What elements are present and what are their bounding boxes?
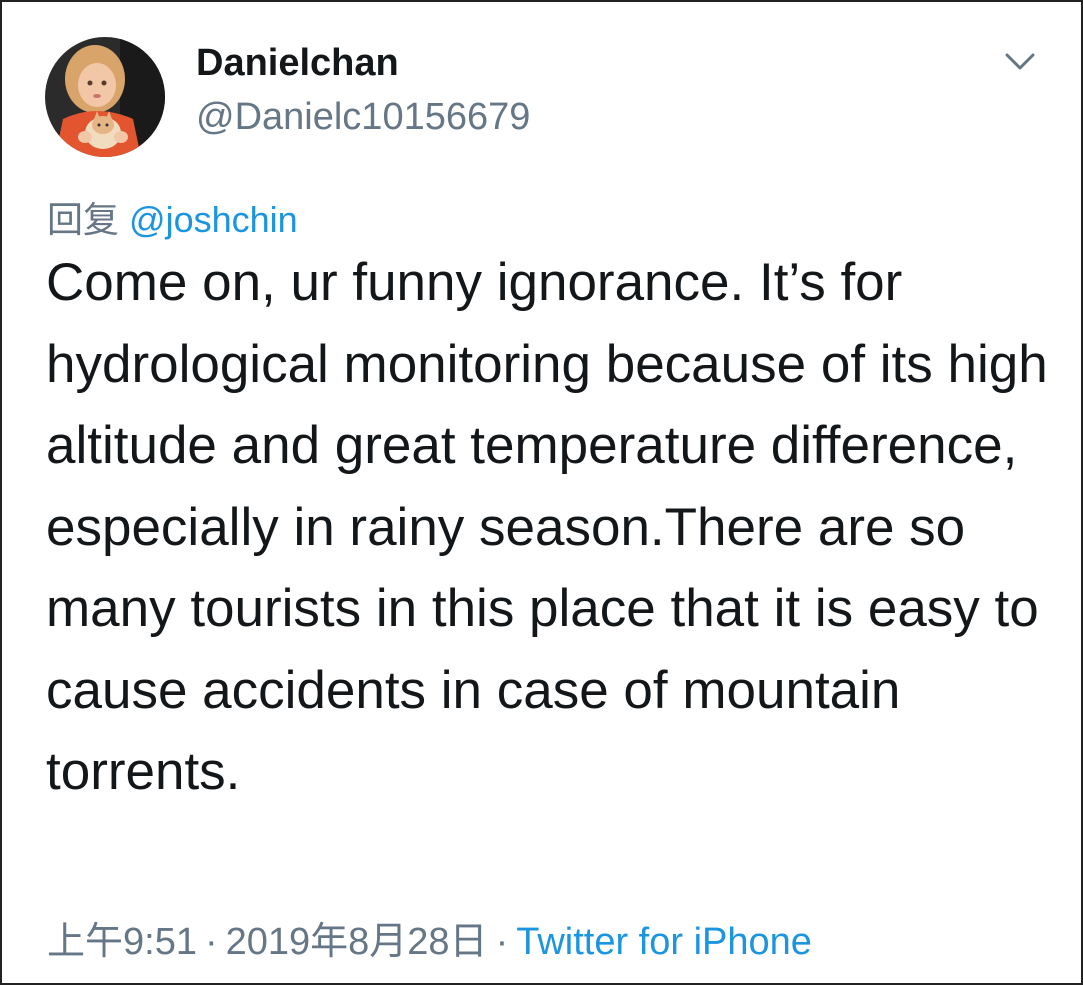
- avatar[interactable]: [45, 37, 165, 157]
- tweet-card: Danielchan @Danielc10156679 回复 @joshchin…: [0, 0, 1083, 985]
- chevron-down-icon: [1005, 53, 1035, 70]
- tweet-date[interactable]: 2019年8月28日: [226, 921, 488, 963]
- meta-separator: ·: [204, 921, 218, 963]
- tweet-source-link[interactable]: Twitter for iPhone: [516, 921, 812, 963]
- tweet-time[interactable]: 上午9:51: [47, 921, 197, 963]
- reply-mention-link[interactable]: @joshchin: [129, 199, 298, 240]
- tweet-menu-button[interactable]: [998, 44, 1042, 80]
- reply-context: 回复 @joshchin: [47, 191, 298, 243]
- tweet-text: Come on, ur funny ignorance. It’s for hy…: [46, 253, 1048, 801]
- reply-prefix: 回复: [47, 199, 120, 240]
- author-handle[interactable]: @Danielc10156679: [196, 96, 530, 139]
- tweet-metadata: 上午9:51 · 2019年8月28日 · Twitter for iPhone: [47, 910, 812, 965]
- meta-separator: ·: [495, 921, 509, 963]
- avatar-image: [45, 37, 165, 157]
- author-display-name[interactable]: Danielchan: [196, 42, 399, 85]
